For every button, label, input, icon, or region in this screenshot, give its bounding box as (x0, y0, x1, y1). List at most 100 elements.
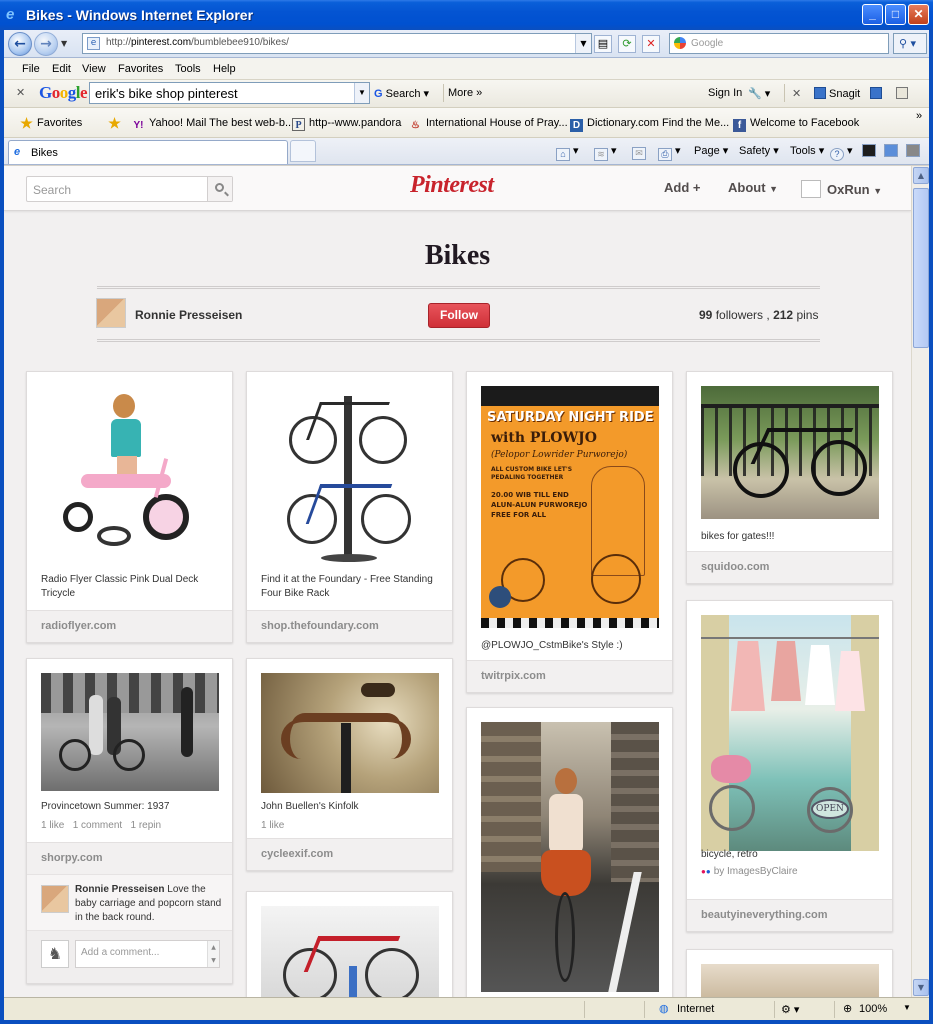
vertical-scrollbar[interactable]: ▲ ▼ (911, 166, 929, 997)
pin-image[interactable]: OPEN (701, 615, 879, 851)
pin-image[interactable] (261, 906, 439, 997)
add-menu[interactable]: Add + (664, 180, 700, 195)
maximize-button[interactable]: □ (885, 4, 906, 25)
search-go-button[interactable]: ⚲ ▾ (893, 33, 927, 54)
pin-card[interactable] (246, 891, 453, 997)
repins-link[interactable]: 1 repin (131, 820, 162, 831)
menu-favorites[interactable]: Favorites (118, 63, 163, 75)
pin-source[interactable]: shop.thefoundary.com (247, 610, 452, 642)
favorite-yahoo-mail[interactable]: Y! Yahoo! Mail The best web-b... (132, 117, 295, 132)
google-query-dropdown[interactable]: ▼ (354, 83, 369, 103)
scroll-up-button[interactable]: ▲ (913, 167, 929, 184)
favorite-dictionary[interactable]: D Dictionary.com Find the Me... (570, 117, 729, 132)
tools-menu[interactable]: Tools ▾ (790, 144, 824, 157)
google-search-button[interactable]: G Search ▾ (374, 87, 429, 100)
pin-card[interactable]: John Buellen's Kinfolk 1 like cycleexif.… (246, 658, 453, 871)
google-toolbar-search-input[interactable]: erik's bike shop pinterest ▼ (89, 82, 370, 104)
pin-card[interactable]: Provincetown Summer: 1937 1 like 1 comme… (26, 658, 233, 984)
recent-pages-dropdown[interactable]: ▼ (61, 39, 67, 48)
help-button[interactable]: ? ▾ (830, 144, 853, 161)
favorites-overflow-icon[interactable]: » (916, 110, 922, 122)
pin-image[interactable] (261, 673, 439, 793)
more-button[interactable]: More » (448, 87, 482, 99)
pin-card[interactable]: Find it at the Foundary - Free Standing … (246, 371, 453, 643)
add-comment-input[interactable]: Add a comment... ▲ ▼ (75, 940, 220, 968)
feeds-button[interactable]: ≋ ▾ (594, 144, 617, 161)
back-button[interactable]: ← (8, 32, 32, 56)
close-toolbar-icon[interactable]: ✕ (16, 86, 25, 99)
favorite-ihop[interactable]: ♨ International House of Pray... (409, 117, 568, 132)
pinterest-search-button[interactable] (207, 177, 232, 201)
owner-avatar[interactable] (96, 298, 126, 328)
comment-author[interactable]: Ronnie Presseisen (75, 884, 164, 895)
menu-help[interactable]: Help (213, 63, 236, 75)
owner-name[interactable]: Ronnie Presseisen (135, 308, 242, 322)
favorites-button[interactable]: ★ Favorites (20, 116, 82, 130)
menu-file[interactable]: File (22, 63, 40, 75)
onenote-icon[interactable] (906, 144, 920, 157)
add-favorite-icon[interactable]: ★ (108, 116, 125, 130)
pin-source[interactable]: radioflyer.com (27, 610, 232, 642)
likes-link[interactable]: 1 like (41, 820, 64, 831)
scroll-down-button[interactable]: ▼ (913, 979, 929, 996)
menu-tools[interactable]: Tools (175, 63, 201, 75)
menu-view[interactable]: View (82, 63, 106, 75)
follow-button[interactable]: Follow (428, 303, 490, 328)
comments-link[interactable]: 1 comment (73, 820, 122, 831)
favorite-pandora[interactable]: Phttp--www.pandora (292, 117, 401, 131)
url-dropdown[interactable]: ▼ (575, 34, 591, 53)
pin-card[interactable]: bikes for gates!!! squidoo.com (686, 371, 893, 584)
commenter-avatar[interactable] (41, 885, 69, 913)
pin-card[interactable]: SATURDAY NIGHT RIDE with PLOWJO (Pelopor… (466, 371, 673, 693)
pin-card[interactable]: OPEN bicycle, retro ●● by ImagesByClaire … (686, 600, 893, 932)
pin-card[interactable]: Radio Flyer Classic Pink Dual Deck Tricy… (26, 371, 233, 643)
read-mail-button[interactable]: ✉ (632, 144, 646, 160)
stop-icon[interactable]: ✕ (642, 35, 660, 53)
about-menu[interactable]: About ▼ (728, 180, 778, 195)
pin-image[interactable] (481, 722, 659, 992)
research-icon[interactable] (862, 144, 876, 157)
close-button[interactable]: ✕ (908, 4, 929, 25)
likes-link[interactable]: 1 like (261, 820, 284, 831)
pin-image[interactable] (701, 964, 879, 997)
pin-card[interactable] (466, 707, 673, 997)
menu-edit[interactable]: Edit (52, 63, 71, 75)
snagit-options-icon[interactable] (896, 87, 911, 100)
pin-image[interactable] (261, 386, 439, 566)
pin-image[interactable] (41, 673, 219, 791)
snagit-window-icon[interactable] (870, 87, 885, 100)
safety-menu[interactable]: Safety ▾ (739, 144, 779, 157)
scroll-thumb[interactable] (913, 188, 929, 348)
pin-image[interactable]: SATURDAY NIGHT RIDE with PLOWJO (Pelopor… (481, 386, 659, 628)
url-field[interactable]: e http://pinterest.com/bumblebee910/bike… (82, 33, 592, 54)
security-zone[interactable]: ◍ Internet (644, 1001, 764, 1018)
tab-bikes[interactable]: e Bikes (8, 140, 288, 164)
protected-mode-icon[interactable]: ⚙ ▾ (774, 1001, 829, 1018)
favorite-facebook[interactable]: f Welcome to Facebook (733, 117, 859, 132)
new-tab-button[interactable] (290, 140, 316, 162)
home-button[interactable]: ⌂ ▾ (556, 144, 579, 161)
close-snagit-icon[interactable]: ✕ (792, 87, 801, 100)
pin-source[interactable]: cycleexif.com (247, 838, 452, 870)
messenger-icon[interactable] (884, 144, 898, 157)
minimize-button[interactable]: _ (862, 4, 883, 25)
pin-source[interactable]: squidoo.com (687, 551, 892, 583)
page-menu[interactable]: Page ▾ (694, 144, 728, 157)
user-menu[interactable]: OxRun ▼ (801, 180, 882, 198)
pin-source[interactable]: beautyineverything.com (687, 899, 892, 931)
pinterest-search-input[interactable]: Search (26, 176, 233, 202)
pin-card[interactable] (686, 949, 893, 997)
pin-source[interactable]: shorpy.com (27, 842, 232, 874)
pin-source[interactable]: twitrpix.com (467, 660, 672, 692)
pin-via[interactable]: ●● by ImagesByClaire (701, 866, 798, 877)
snagit-button[interactable]: Snagit (814, 87, 860, 100)
refresh-icon[interactable]: ⟳ (618, 35, 636, 53)
pin-image[interactable] (41, 386, 219, 561)
pin-image[interactable] (701, 386, 879, 519)
browser-search-input[interactable]: Google (669, 33, 889, 54)
forward-button[interactable]: → (34, 32, 58, 56)
pinterest-logo[interactable]: Pinterest (410, 172, 494, 199)
print-button[interactable]: ⎙ ▾ (658, 144, 681, 161)
zoom-control[interactable]: ⊕ 100% ▼ (834, 1001, 924, 1018)
compatibility-view-icon[interactable]: ▤ (594, 35, 612, 53)
